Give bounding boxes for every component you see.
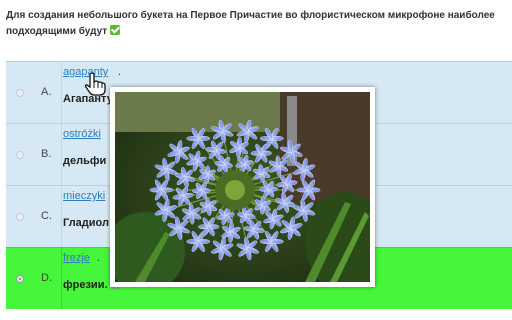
period: . <box>97 252 101 264</box>
divider <box>61 124 62 185</box>
option-answer: Гладиол <box>63 217 109 229</box>
divider <box>61 62 62 123</box>
radio-icon[interactable] <box>16 275 24 283</box>
check-mark-icon <box>110 25 121 35</box>
question-label: Для создания небольшого букета на Первое… <box>6 10 495 37</box>
option-answer: дельфи <box>63 155 107 167</box>
period: . <box>118 66 122 78</box>
option-letter: A. <box>41 86 52 98</box>
option-word-link[interactable]: mieczyki <box>63 190 105 202</box>
option-letter: B. <box>41 148 52 160</box>
hand-pointer-icon <box>84 72 106 96</box>
divider <box>61 248 62 309</box>
radio-icon[interactable] <box>16 213 24 221</box>
option-word-link[interactable]: frezje <box>63 252 90 264</box>
option-letter: C. <box>41 210 52 222</box>
question-text: Для создания небольшого букета на Первое… <box>6 8 510 40</box>
agapanthus-photo <box>115 92 370 282</box>
divider <box>61 186 62 247</box>
radio-icon[interactable] <box>16 89 24 97</box>
option-letter: D. <box>41 272 52 284</box>
radio-icon[interactable] <box>16 151 24 159</box>
answer-text: фрезии. <box>63 279 108 291</box>
flower-photo-tooltip <box>110 87 375 287</box>
option-word-link[interactable]: ostróżki <box>63 128 101 140</box>
